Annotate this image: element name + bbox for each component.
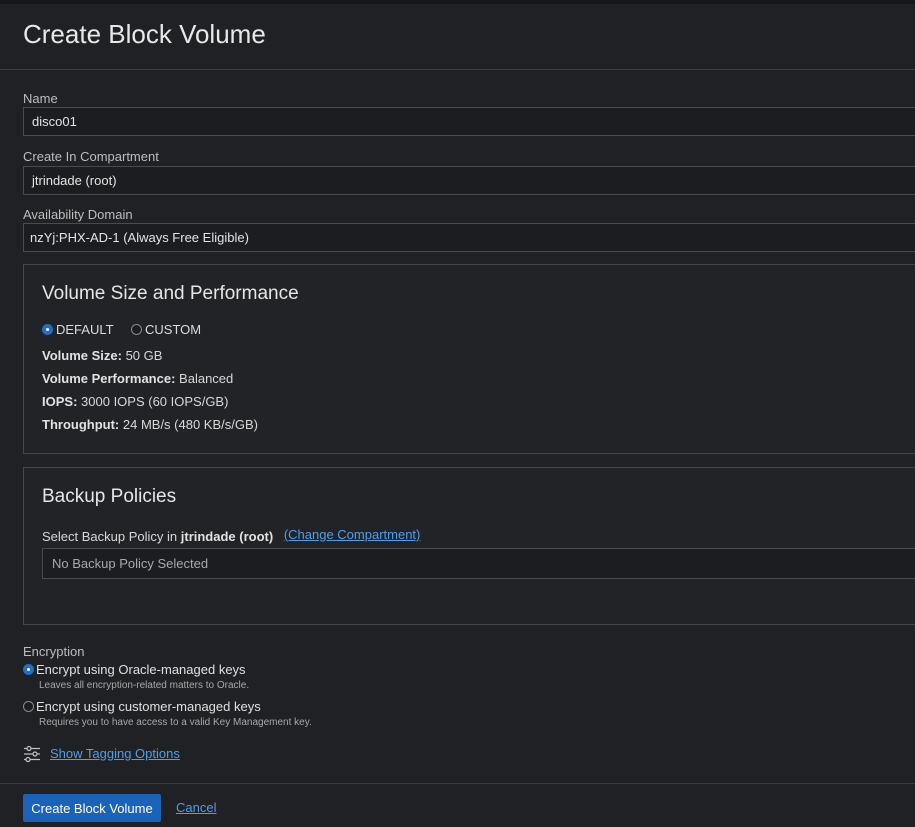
iops-key: IOPS: (42, 394, 78, 409)
backup-policies-title: Backup Policies (42, 486, 177, 507)
header-divider (0, 69, 915, 70)
create-block-volume-button[interactable]: Create Block Volume (23, 794, 161, 822)
custom-option-label: CUSTOM (145, 322, 202, 337)
page-title: Create Block Volume (23, 19, 266, 49)
backup-policy-select[interactable]: No Backup Policy Selected (42, 548, 915, 579)
backup-policies-panel: Backup Policies Select Backup Policy in … (23, 467, 915, 625)
default-option[interactable]: DEFAULT (42, 322, 114, 337)
volume-size-title: Volume Size and Performance (42, 283, 299, 304)
availability-domain-label: Availability Domain (23, 207, 133, 222)
backup-compartment-name: jtrindade (root) (180, 529, 274, 544)
footer-bar: Create Block Volume Cancel (0, 783, 915, 827)
volume-performance-value: Balanced (179, 371, 234, 386)
encrypt-customer-label: Encrypt using customer-managed keys (36, 699, 261, 714)
throughput-key: Throughput: (42, 417, 120, 432)
sliders-icon (24, 745, 40, 763)
backup-policy-prefix: Select Backup Policy in (42, 529, 178, 544)
volume-performance-key: Volume Performance: (42, 371, 176, 386)
default-option-label: DEFAULT (56, 322, 114, 337)
throughput-row: Throughput: 24 MB/s (480 KB/s/GB) (42, 417, 258, 432)
backup-policy-prompt: Select Backup Policy in jtrindade (root)… (42, 527, 421, 544)
custom-option[interactable]: CUSTOM (131, 322, 201, 337)
encrypt-oracle-radio[interactable] (23, 664, 34, 676)
iops-row: IOPS: 3000 IOPS (60 IOPS/GB) (42, 394, 228, 409)
encrypt-oracle-option[interactable]: Encrypt using Oracle-managed keys Leaves… (23, 662, 249, 691)
change-compartment-link[interactable]: (Change Compartment) (284, 527, 421, 542)
throughput-value: 24 MB/s (480 KB/s/GB) (122, 417, 258, 432)
cancel-link[interactable]: Cancel (176, 800, 216, 815)
show-tagging-options-link[interactable]: Show Tagging Options (50, 746, 180, 761)
availability-domain-select[interactable]: nzYj:PHX-AD-1 (Always Free Eligible) (23, 223, 915, 252)
volume-size-panel: Volume Size and Performance DEFAULT CUST… (23, 264, 915, 454)
compartment-label: Create In Compartment (23, 149, 159, 164)
volume-size-key: Volume Size: (42, 348, 122, 363)
name-input[interactable]: disco01 (23, 107, 915, 136)
compartment-select[interactable]: jtrindade (root) (23, 166, 915, 195)
volume-performance-row: Volume Performance: Balanced (42, 371, 233, 386)
encryption-label: Encryption (23, 644, 85, 659)
encrypt-customer-radio[interactable] (23, 701, 34, 713)
name-label: Name (23, 91, 58, 106)
encrypt-customer-description: Requires you to have access to a valid K… (39, 717, 312, 728)
top-strip (0, 0, 915, 4)
encrypt-customer-option[interactable]: Encrypt using customer-managed keys Requ… (23, 699, 312, 728)
iops-value: 3000 IOPS (60 IOPS/GB) (81, 394, 229, 409)
encrypt-oracle-description: Leaves all encryption-related matters to… (39, 680, 250, 691)
encrypt-oracle-label: Encrypt using Oracle-managed keys (36, 662, 246, 677)
default-radio[interactable] (42, 324, 53, 336)
volume-size-value: 50 GB (125, 348, 163, 363)
volume-size-row: Volume Size: 50 GB (42, 348, 162, 363)
custom-radio[interactable] (131, 324, 142, 336)
